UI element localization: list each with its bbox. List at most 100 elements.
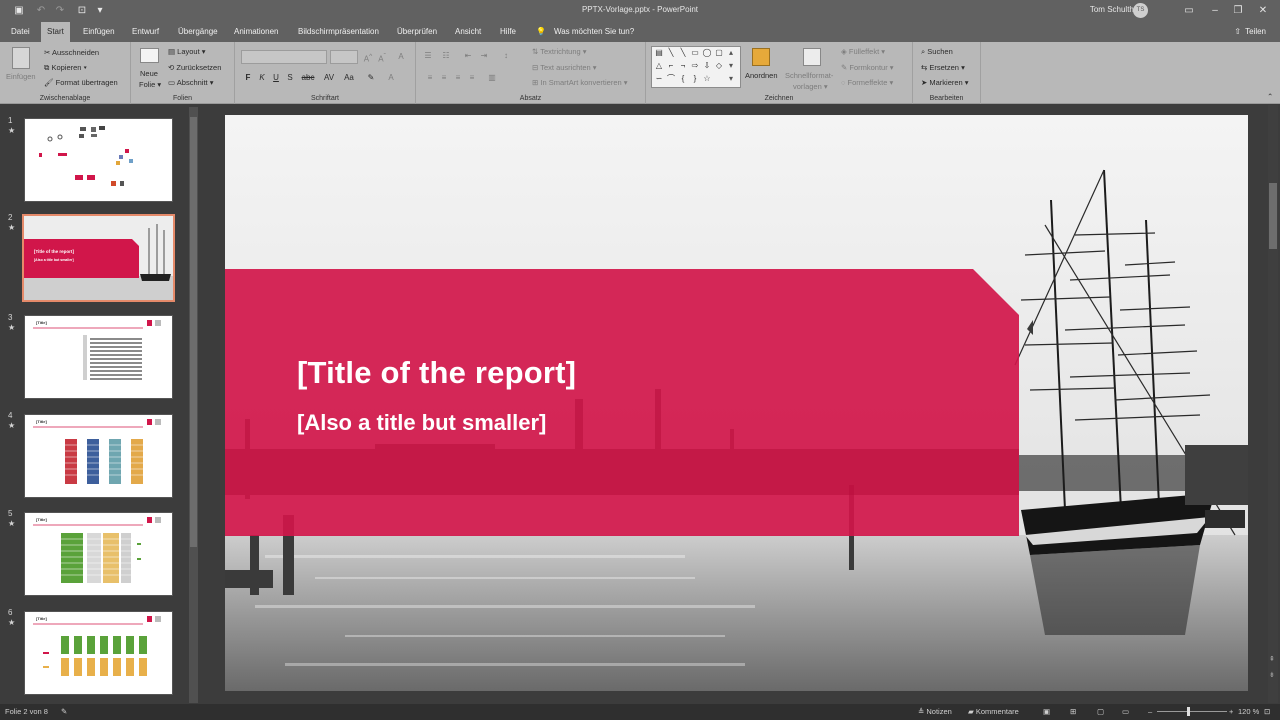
tab-ueberpruefen[interactable]: Überprüfen: [391, 22, 443, 42]
tab-datei[interactable]: Datei: [5, 22, 36, 42]
slide-thumbnail-2[interactable]: [Title of the report] [Also a title but …: [22, 214, 175, 302]
decrease-indent-icon[interactable]: ⇤: [462, 50, 474, 62]
gallery-scroll-down-icon[interactable]: ▾: [726, 61, 736, 71]
highlight-icon[interactable]: ✎: [365, 72, 377, 84]
brace2-shape-icon[interactable]: }: [690, 74, 700, 84]
slideshow-view-icon[interactable]: ▭: [1122, 707, 1129, 716]
thumbnail-scroll-thumb[interactable]: [190, 117, 197, 547]
next-slide-icon[interactable]: ⇟: [1269, 671, 1277, 681]
text-direction-button[interactable]: ⇅ Textrichtung ▾: [532, 47, 587, 56]
oval-shape-icon[interactable]: ◯: [702, 48, 712, 58]
change-case-icon[interactable]: Aa: [341, 72, 357, 84]
section-button[interactable]: ▭ Abschnitt ▾: [168, 78, 213, 87]
tab-animationen[interactable]: Animationen: [228, 22, 284, 42]
zoom-slider[interactable]: [1157, 711, 1227, 712]
underline-button[interactable]: U: [270, 72, 282, 84]
zoom-in-icon[interactable]: +: [1229, 707, 1233, 716]
close-icon[interactable]: ✕: [1255, 3, 1271, 19]
zoom-level[interactable]: 120 %: [1238, 707, 1259, 716]
previous-slide-icon[interactable]: ⇞: [1269, 655, 1277, 665]
replace-button[interactable]: ⇆ Ersetzen ▾: [921, 63, 965, 72]
bold-button[interactable]: F: [242, 72, 254, 84]
slide-thumbnail-4[interactable]: [Title]: [24, 414, 173, 498]
slide-thumbnail-3[interactable]: [Title]: [24, 315, 173, 399]
brace-shape-icon[interactable]: {: [678, 74, 688, 84]
slide-thumbnail-6[interactable]: [Title]: [24, 611, 173, 695]
connector-shape-icon[interactable]: ⌐: [666, 61, 676, 71]
slide-thumbnail-5[interactable]: [Title]: [24, 512, 173, 596]
smartart-button[interactable]: ⊞ In SmartArt konvertieren ▾: [532, 78, 628, 87]
tab-start[interactable]: Start: [41, 22, 70, 42]
quick-styles-line1[interactable]: Schnellformat-: [785, 71, 833, 80]
grow-font-icon[interactable]: A^: [362, 51, 374, 64]
italic-button[interactable]: K: [256, 72, 268, 84]
new-slide-button-line2[interactable]: Folie ▾: [139, 80, 161, 89]
shapes-gallery[interactable]: ▤ ╲ ╲ ▭ ◯ ▢ △ ⌐ ¬ ⇨ ⇩ ◇ ∽ ⌒ { } ☆ ▴ ▾ ▾: [651, 46, 741, 88]
reading-view-icon[interactable]: ▢: [1097, 707, 1104, 716]
font-size-combo[interactable]: [330, 50, 358, 64]
quick-styles-icon[interactable]: [803, 48, 821, 66]
line-spacing-icon[interactable]: ↕: [500, 50, 512, 62]
clear-format-icon[interactable]: A: [395, 51, 407, 63]
tell-me-search[interactable]: 💡 Was möchten Sie tun?: [536, 22, 634, 42]
shape-outline-button[interactable]: ✎ Formkontur ▾: [841, 63, 894, 72]
slide-title[interactable]: [Title of the report]: [297, 355, 576, 391]
elbow-shape-icon[interactable]: ¬: [678, 61, 688, 71]
rectangle-shape-icon[interactable]: ▭: [690, 48, 700, 58]
font-family-combo[interactable]: [241, 50, 327, 64]
gallery-more-icon[interactable]: ▾: [726, 74, 736, 84]
char-spacing-icon[interactable]: AV: [321, 72, 337, 84]
tab-ansicht[interactable]: Ansicht: [449, 22, 487, 42]
justify-icon[interactable]: ≡: [466, 72, 478, 84]
find-button[interactable]: ⌕ Suchen: [921, 47, 953, 57]
tab-uebergaenge[interactable]: Übergänge: [172, 22, 224, 42]
line2-shape-icon[interactable]: ╲: [678, 48, 688, 58]
shrink-font-icon[interactable]: Aˇ: [376, 51, 388, 64]
title-banner[interactable]: [225, 269, 1019, 536]
minimize-icon[interactable]: –: [1207, 3, 1223, 19]
fit-slide-icon[interactable]: ⊡: [1264, 707, 1270, 716]
line-shape-icon[interactable]: ╲: [666, 48, 676, 58]
columns-icon[interactable]: ▥: [486, 72, 498, 84]
slide-scroll-thumb[interactable]: [1269, 183, 1277, 249]
paste-icon[interactable]: [12, 47, 30, 69]
tab-einfuegen[interactable]: Einfügen: [77, 22, 121, 42]
diamond-shape-icon[interactable]: ◇: [714, 61, 724, 71]
reset-button[interactable]: ⟲ Zurücksetzen: [168, 63, 221, 72]
avatar[interactable]: TS: [1133, 3, 1148, 18]
shape-effects-button[interactable]: ◌ Formeffekte ▾: [841, 78, 893, 87]
slide-sorter-icon[interactable]: ⊞: [1070, 707, 1076, 716]
tab-entwurf[interactable]: Entwurf: [126, 22, 165, 42]
textbox-shape-icon[interactable]: ▤: [654, 48, 664, 58]
strikethrough-button[interactable]: abc: [299, 72, 317, 84]
curve-shape-icon[interactable]: ∽: [654, 74, 664, 84]
copy-button[interactable]: ⧉ Kopieren ▾: [44, 63, 87, 73]
layout-button[interactable]: ▤ Layout ▾: [168, 47, 206, 56]
restore-icon[interactable]: ❐: [1230, 3, 1246, 19]
rounded-rect-shape-icon[interactable]: ▢: [714, 48, 724, 58]
slide-subtitle[interactable]: [Also a title but smaller]: [297, 410, 546, 436]
tab-bildschirmpraesentation[interactable]: Bildschirmpräsentation: [292, 22, 385, 42]
arc-shape-icon[interactable]: ⌒: [666, 74, 676, 84]
zoom-out-icon[interactable]: –: [1148, 707, 1152, 716]
collapse-ribbon-icon[interactable]: ⌃: [1267, 92, 1273, 101]
normal-view-icon[interactable]: ▣: [1043, 707, 1050, 716]
slide-canvas[interactable]: [Title of the report] [Also a title but …: [225, 115, 1248, 691]
zoom-slider-handle[interactable]: [1187, 707, 1190, 716]
font-color-icon[interactable]: A: [385, 72, 397, 84]
arrow-down-shape-icon[interactable]: ⇩: [702, 61, 712, 71]
new-slide-button-line1[interactable]: Neue: [140, 69, 158, 78]
notes-button[interactable]: ≜ Notizen: [918, 707, 952, 716]
star-shape-icon[interactable]: ☆: [702, 74, 712, 84]
format-painter-button[interactable]: 🖌 Format übertragen: [44, 78, 118, 87]
paste-button[interactable]: Einfügen: [6, 72, 36, 81]
spellcheck-icon[interactable]: ✎: [61, 707, 67, 716]
align-text-button[interactable]: ⊟ Text ausrichten ▾: [532, 63, 597, 72]
arrange-button[interactable]: Anordnen: [745, 71, 778, 80]
slide-thumbnail-1[interactable]: [24, 118, 173, 202]
numbering-icon[interactable]: ☷: [440, 50, 452, 62]
slide-scrollbar[interactable]: ⇞ ⇟: [1268, 105, 1278, 703]
ribbon-display-icon[interactable]: ▭: [1181, 3, 1197, 19]
comments-button[interactable]: ▰ Kommentare: [968, 707, 1019, 716]
align-left-icon[interactable]: ≡: [424, 72, 436, 84]
